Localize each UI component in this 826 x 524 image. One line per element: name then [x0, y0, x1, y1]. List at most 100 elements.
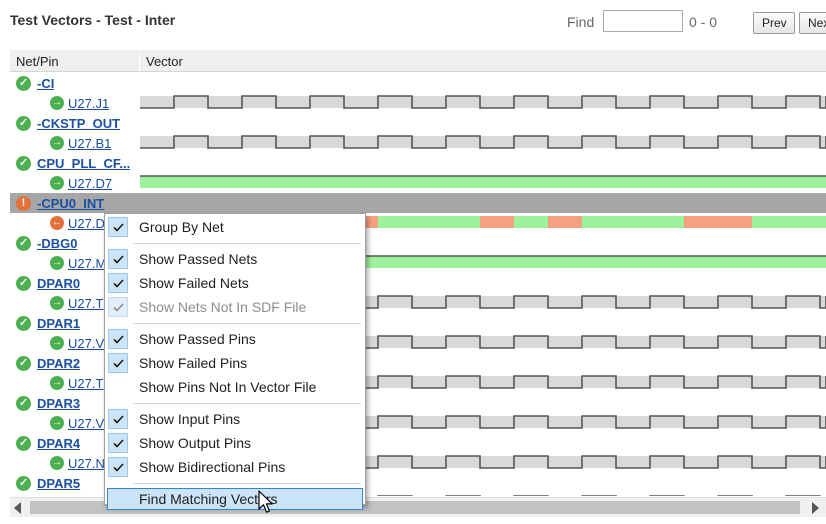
net-name-link[interactable]: -CKSTP_OUT	[37, 116, 120, 131]
arrow-right-circle-icon: →	[50, 136, 64, 150]
pin-name-link[interactable]: U27.J1	[68, 96, 109, 111]
mouse-pointer-icon	[258, 490, 273, 513]
arrow-right-circle-icon: →	[50, 296, 64, 310]
menu-item-label: Show Nets Not In SDF File	[139, 299, 307, 315]
pin-name-link[interactable]: U27.D	[68, 216, 105, 231]
menu-item-label: Group By Net	[139, 219, 224, 235]
menu-item-show-nets-not-in-sdf-file: Show Nets Not In SDF File	[107, 296, 363, 318]
net-name-link[interactable]: -DBG0	[37, 236, 77, 251]
pin-row[interactable]: → U27.J1	[10, 93, 826, 113]
net-name-link[interactable]: DPAR0	[37, 276, 80, 291]
vector-waveform	[140, 135, 826, 149]
menu-item-label: Show Failed Nets	[139, 275, 249, 291]
menu-item-group-by-net[interactable]: Group By Net	[107, 216, 363, 238]
menu-item-show-pins-not-in-vector-file[interactable]: Show Pins Not In Vector File	[107, 376, 363, 398]
menu-item-show-bidirectional-pins[interactable]: Show Bidirectional Pins	[107, 456, 363, 478]
menu-item-find-matching-vectors[interactable]: Find Matching Vectors	[107, 488, 363, 510]
checkmark-icon	[108, 353, 128, 373]
net-name-link[interactable]: DPAR1	[37, 316, 80, 331]
wave-background	[140, 136, 826, 148]
menu-item-label: Show Passed Pins	[139, 331, 256, 347]
net-name-link[interactable]: CPU_PLL_CF...	[37, 156, 130, 171]
title-bar: Test Vectors - Test - Inter Find 0 - 0 P…	[0, 0, 826, 46]
wave-pass-cell	[582, 216, 616, 228]
net-name-link[interactable]: DPAR2	[37, 356, 80, 371]
find-input[interactable]	[603, 10, 683, 32]
arrow-left-circle-icon: ←	[50, 216, 64, 230]
pin-name-link[interactable]: U27.T	[68, 376, 103, 391]
scroll-right-arrow-icon[interactable]	[812, 502, 819, 514]
net-row[interactable]: ✓ CPU_PLL_CF...	[10, 153, 826, 173]
menu-item-label: Show Input Pins	[139, 411, 241, 427]
net-row[interactable]: ✓ -CI	[10, 73, 826, 93]
check-circle-icon: ✓	[16, 356, 31, 371]
pin-name-link[interactable]: U27.M	[68, 256, 106, 271]
menu-item-label: Show Bidirectional Pins	[139, 459, 286, 475]
column-header-net-pin[interactable]: Net/Pin	[16, 54, 59, 69]
match-count: 0 - 0	[689, 14, 718, 30]
wave-fail-cell	[718, 216, 752, 228]
wave-high-fill	[140, 176, 826, 188]
prev-button[interactable]: Prev	[753, 12, 795, 34]
checkmark-icon	[108, 409, 128, 429]
net-row[interactable]: ! -CPU0_INT	[10, 193, 826, 213]
menu-item-show-failed-nets[interactable]: Show Failed Nets	[107, 272, 363, 294]
pin-name-link[interactable]: U27.V	[68, 336, 104, 351]
next-button[interactable]: Next	[799, 12, 826, 34]
check-circle-icon: ✓	[16, 476, 31, 491]
check-circle-icon: ✓	[16, 76, 31, 91]
wave-background	[140, 96, 826, 108]
arrow-right-circle-icon: →	[50, 96, 64, 110]
column-header-vector[interactable]: Vector	[146, 54, 183, 69]
menu-separator	[133, 243, 361, 244]
checkmark-icon	[108, 329, 128, 349]
menu-separator	[133, 323, 361, 324]
menu-item-show-input-pins[interactable]: Show Input Pins	[107, 408, 363, 430]
pin-name-link[interactable]: U27.T	[68, 296, 103, 311]
menu-item-show-failed-pins[interactable]: Show Failed Pins	[107, 352, 363, 374]
net-name-link[interactable]: -CPU0_INT	[37, 196, 104, 211]
window-title: Test Vectors - Test - Inter	[10, 12, 176, 28]
wave-pass-cell	[650, 216, 684, 228]
wave-fail-cell	[684, 216, 718, 228]
checkmark-icon	[108, 297, 128, 317]
wave-fail-cell	[480, 216, 514, 228]
menu-separator	[133, 403, 361, 404]
menu-item-show-passed-nets[interactable]: Show Passed Nets	[107, 248, 363, 270]
arrow-right-circle-icon: →	[50, 456, 64, 470]
menu-item-show-output-pins[interactable]: Show Output Pins	[107, 432, 363, 454]
net-name-link[interactable]: DPAR5	[37, 476, 80, 491]
exclamation-circle-icon: !	[16, 196, 31, 211]
net-row[interactable]: ✓ -CKSTP_OUT	[10, 113, 826, 133]
net-name-link[interactable]: DPAR4	[37, 436, 80, 451]
find-label: Find	[567, 14, 595, 30]
net-name-link[interactable]: DPAR3	[37, 396, 80, 411]
net-name-link[interactable]: -CI	[37, 76, 54, 91]
column-divider[interactable]	[139, 50, 140, 72]
check-circle-icon: ✓	[16, 116, 31, 131]
pin-name-link[interactable]: U27.D7	[68, 176, 112, 191]
check-circle-icon: ✓	[16, 436, 31, 451]
arrow-right-circle-icon: →	[50, 256, 64, 270]
menu-item-show-passed-pins[interactable]: Show Passed Pins	[107, 328, 363, 350]
vector-waveform	[140, 95, 826, 109]
arrow-right-circle-icon: →	[50, 376, 64, 390]
wave-pass-cell	[786, 216, 820, 228]
check-circle-icon: ✓	[16, 316, 31, 331]
menu-item-label: Show Passed Nets	[139, 251, 258, 267]
arrow-right-circle-icon: →	[50, 336, 64, 350]
wave-pass-cell	[412, 216, 446, 228]
pin-row[interactable]: → U27.D7	[10, 173, 826, 193]
wave-pass-cell	[446, 216, 480, 228]
wave-fail-cell	[548, 216, 582, 228]
checkmark-icon	[108, 273, 128, 293]
scroll-left-arrow-icon[interactable]	[14, 502, 21, 514]
menu-item-label: Find Matching Vectors	[139, 491, 278, 507]
pin-name-link[interactable]: U27.V	[68, 416, 104, 431]
grid-header: Net/Pin Vector	[10, 50, 826, 72]
check-circle-icon: ✓	[16, 236, 31, 251]
context-menu: Group By Net Show Passed Nets Show Failed …	[104, 213, 366, 510]
pin-row[interactable]: → U27.B1	[10, 133, 826, 153]
pin-name-link[interactable]: U27.B1	[68, 136, 111, 151]
pin-name-link[interactable]: U27.N	[68, 456, 105, 471]
